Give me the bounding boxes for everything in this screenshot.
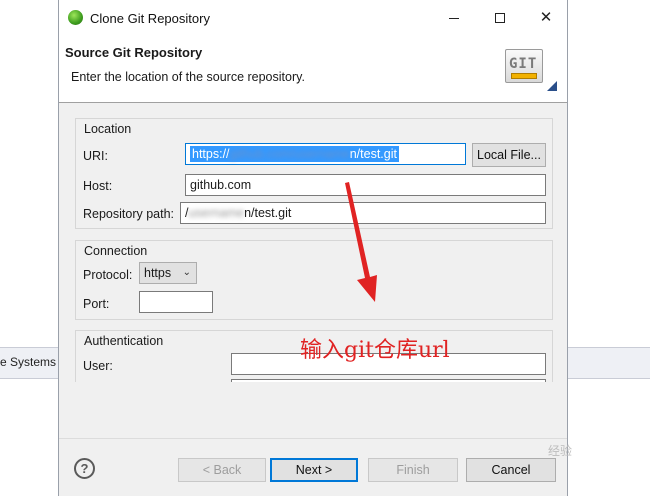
finish-button[interactable]: Finish — [368, 458, 458, 482]
git-logo-icon: GIT — [501, 43, 563, 95]
protocol-label: Protocol: — [83, 268, 133, 282]
port-input[interactable] — [139, 291, 213, 313]
password-input[interactable] — [231, 379, 546, 382]
repository-path-label: Repository path: — [83, 207, 175, 221]
page-title: Source Git Repository — [65, 45, 203, 60]
protocol-select[interactable]: https ⌄ — [139, 262, 197, 284]
user-label: User: — [83, 359, 113, 373]
window-title: Clone Git Repository — [90, 11, 210, 26]
page-description: Enter the location of the source reposit… — [71, 70, 305, 84]
back-button[interactable]: < Back — [178, 458, 266, 482]
background-app-right — [568, 0, 650, 496]
minimize-button[interactable] — [431, 0, 477, 35]
next-button[interactable]: Next > — [270, 458, 358, 482]
minimize-icon — [449, 17, 459, 19]
watermark: 经验 — [548, 444, 573, 458]
git-logo-text: GIT — [509, 56, 538, 72]
location-group: Location URI: https://github.com/usernam… — [75, 118, 553, 229]
authentication-group-label: Authentication — [84, 334, 164, 348]
host-label: Host: — [83, 179, 113, 193]
clone-git-repository-dialog: Clone Git Repository ✕ Source Git Reposi… — [58, 0, 568, 496]
location-group-label: Location — [84, 122, 132, 136]
title-bar: Clone Git Repository ✕ — [59, 0, 567, 35]
wizard-header: Source Git Repository Enter the location… — [59, 35, 567, 103]
wizard-footer: ? < Back Next > Finish Cancel — [59, 438, 567, 496]
close-icon: ✕ — [539, 9, 553, 26]
cancel-button[interactable]: Cancel — [466, 458, 556, 482]
background-app-strip: e Systems — [0, 347, 58, 379]
connection-group: Connection Protocol: https ⌄ Port: — [75, 240, 553, 320]
port-label: Port: — [83, 297, 110, 311]
chevron-down-icon: ⌄ — [182, 267, 191, 278]
local-file-button[interactable]: Local File... — [472, 143, 546, 167]
annotation-arrow — [345, 182, 377, 302]
help-icon[interactable]: ? — [74, 458, 95, 479]
annotation-text: 输入git仓库url — [300, 338, 450, 363]
connection-group-label: Connection — [84, 244, 148, 258]
background-strip-text: e Systems — [0, 355, 57, 369]
background-app-right-strip — [568, 347, 650, 379]
close-button[interactable]: ✕ — [523, 0, 569, 35]
eclipse-app-icon — [68, 10, 83, 25]
background-app-left — [0, 0, 58, 496]
maximize-icon — [495, 13, 505, 24]
uri-input[interactable]: https://github.com/usernamen/test.git — [185, 143, 466, 165]
maximize-button[interactable] — [477, 0, 523, 35]
uri-label: URI: — [83, 149, 108, 163]
